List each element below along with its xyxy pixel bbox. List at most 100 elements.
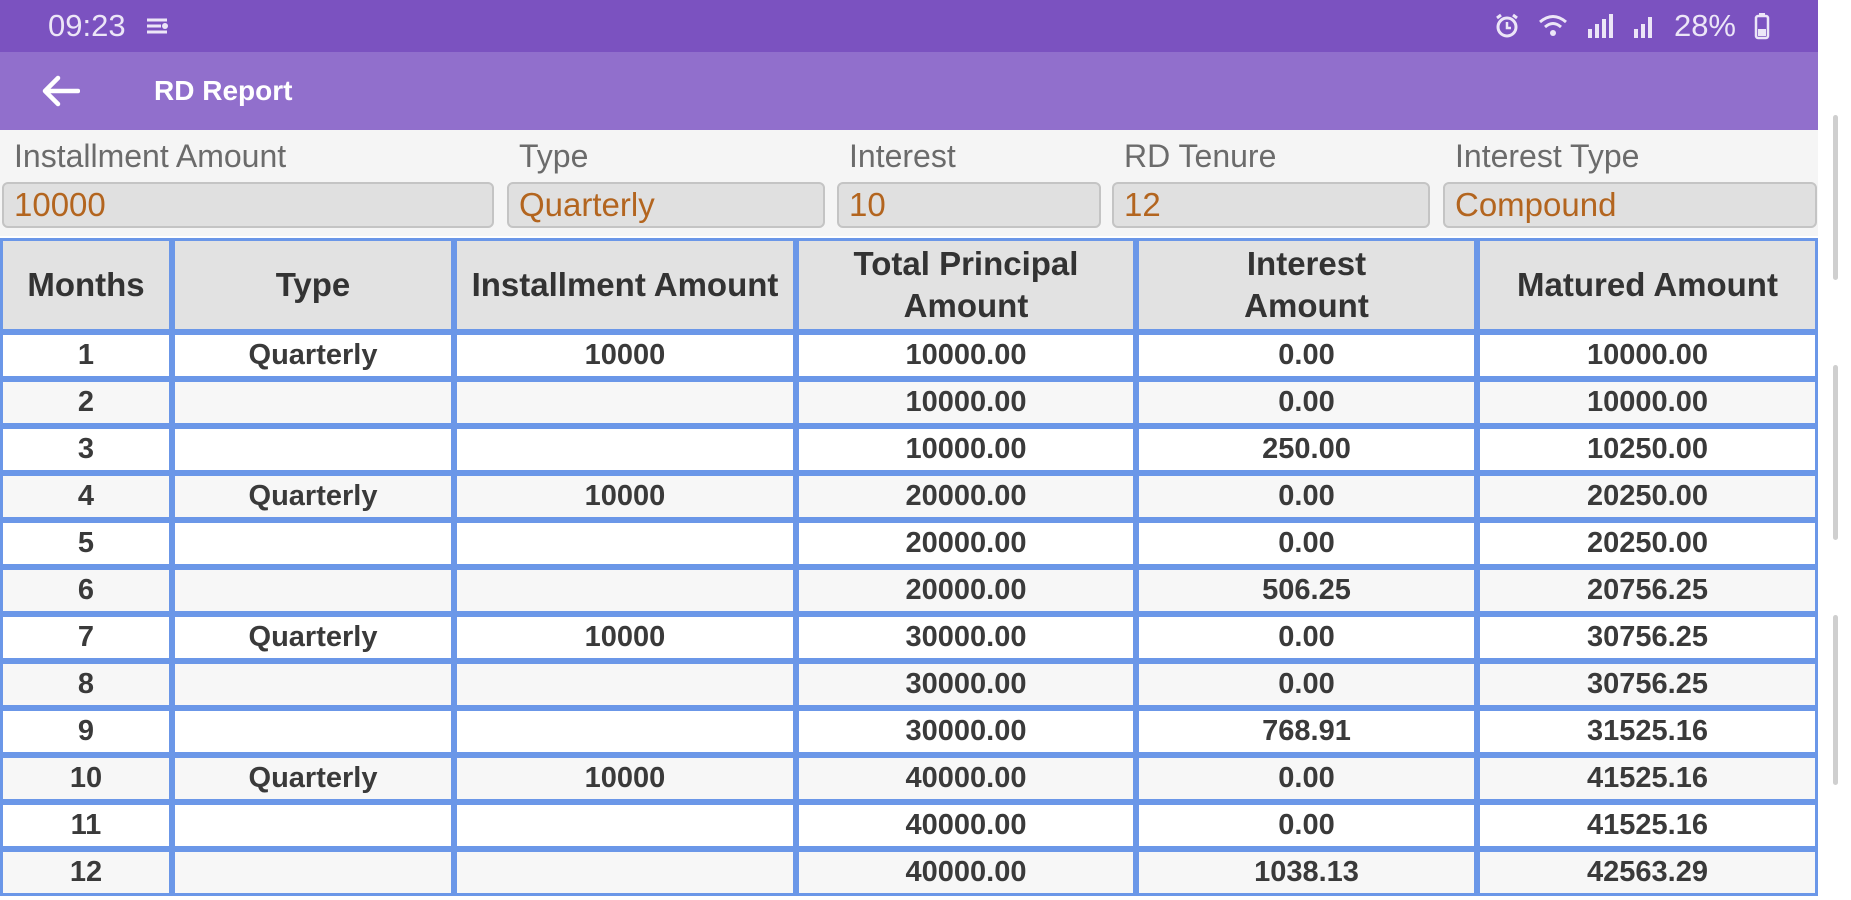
cell-total-principal: 40000.00 bbox=[796, 802, 1136, 849]
cell-total-principal: 30000.00 bbox=[796, 708, 1136, 755]
table-row: 12 40000.00 1038.13 42563.29 bbox=[0, 849, 1818, 896]
interest-label: Interest bbox=[849, 138, 956, 174]
type-field[interactable]: Quarterly bbox=[507, 182, 825, 228]
scrollbar-thumb[interactable] bbox=[1833, 615, 1838, 785]
cell-month: 12 bbox=[0, 849, 172, 896]
rd-tenure-label: RD Tenure bbox=[1124, 138, 1277, 174]
alarm-icon bbox=[1494, 13, 1520, 39]
cell-type bbox=[172, 849, 454, 896]
table-row: 7 Quarterly 10000 30000.00 0.00 30756.25 bbox=[0, 614, 1818, 661]
battery-icon bbox=[1754, 12, 1770, 40]
header-interest-amount: Interest Amount bbox=[1136, 238, 1477, 332]
cell-interest-amount: 0.00 bbox=[1136, 802, 1477, 849]
cell-matured-amount: 31525.16 bbox=[1477, 708, 1818, 755]
scrollbar-thumb[interactable] bbox=[1833, 365, 1838, 540]
header-matured-amount: Matured Amount bbox=[1477, 238, 1818, 332]
cell-total-principal: 20000.00 bbox=[796, 520, 1136, 567]
cell-matured-amount: 20756.25 bbox=[1477, 567, 1818, 614]
cell-month: 1 bbox=[0, 332, 172, 379]
cell-month: 7 bbox=[0, 614, 172, 661]
cell-interest-amount: 768.91 bbox=[1136, 708, 1477, 755]
cell-matured-amount: 20250.00 bbox=[1477, 473, 1818, 520]
back-button[interactable] bbox=[28, 59, 92, 123]
installment-amount-field[interactable]: 10000 bbox=[2, 182, 494, 228]
cell-interest-amount: 1038.13 bbox=[1136, 849, 1477, 896]
cell-installment-amount bbox=[454, 520, 796, 567]
cell-type: Quarterly bbox=[172, 332, 454, 379]
status-bar-right: 28% bbox=[1494, 8, 1770, 44]
cell-type bbox=[172, 520, 454, 567]
cell-installment-amount: 10000 bbox=[454, 755, 796, 802]
installment-amount-label: Installment Amount bbox=[14, 138, 287, 174]
battery-percentage: 28% bbox=[1673, 8, 1736, 43]
cell-type bbox=[172, 661, 454, 708]
cell-interest-amount: 0.00 bbox=[1136, 755, 1477, 802]
cell-type bbox=[172, 708, 454, 755]
cell-type bbox=[172, 426, 454, 473]
cell-interest-amount: 0.00 bbox=[1136, 332, 1477, 379]
header-total-principal-amount: Total Principal Amount bbox=[796, 238, 1136, 332]
table-row: 1 Quarterly 10000 10000.00 0.00 10000.00 bbox=[0, 332, 1818, 379]
table-row: 6 20000.00 506.25 20756.25 bbox=[0, 567, 1818, 614]
signal-icon bbox=[1586, 13, 1614, 39]
type-label: Type bbox=[519, 138, 589, 174]
header-months: Months bbox=[0, 238, 172, 332]
cell-month: 6 bbox=[0, 567, 172, 614]
cell-total-principal: 30000.00 bbox=[796, 661, 1136, 708]
cell-interest-amount: 0.00 bbox=[1136, 520, 1477, 567]
cell-type: Quarterly bbox=[172, 614, 454, 661]
cell-interest-amount: 0.00 bbox=[1136, 379, 1477, 426]
cell-month: 11 bbox=[0, 802, 172, 849]
cell-matured-amount: 30756.25 bbox=[1477, 661, 1818, 708]
rd-tenure-field[interactable]: 12 bbox=[1112, 182, 1430, 228]
table-row: 3 10000.00 250.00 10250.00 bbox=[0, 426, 1818, 473]
interest-field[interactable]: 10 bbox=[837, 182, 1101, 228]
cell-total-principal: 10000.00 bbox=[796, 426, 1136, 473]
cell-installment-amount bbox=[454, 567, 796, 614]
cell-installment-amount: 10000 bbox=[454, 473, 796, 520]
cell-interest-amount: 0.00 bbox=[1136, 661, 1477, 708]
wifi-icon bbox=[1538, 14, 1568, 38]
cell-total-principal: 20000.00 bbox=[796, 473, 1136, 520]
header-installment-amount: Installment Amount bbox=[454, 238, 796, 332]
cell-matured-amount: 30756.25 bbox=[1477, 614, 1818, 661]
table-row: 10 Quarterly 10000 40000.00 0.00 41525.16 bbox=[0, 755, 1818, 802]
interest-type-label: Interest Type bbox=[1455, 138, 1640, 174]
signal-icon bbox=[1632, 13, 1656, 39]
page-title: RD Report bbox=[154, 75, 293, 106]
cell-installment-amount bbox=[454, 426, 796, 473]
cell-matured-amount: 10250.00 bbox=[1477, 426, 1818, 473]
table-row: 5 20000.00 0.00 20250.00 bbox=[0, 520, 1818, 567]
cell-matured-amount: 20250.00 bbox=[1477, 520, 1818, 567]
cell-total-principal: 20000.00 bbox=[796, 567, 1136, 614]
app-bar: RD Report bbox=[0, 52, 1818, 130]
table-header-row: Months Type Installment Amount Total Pri… bbox=[0, 238, 1818, 332]
notification-icon bbox=[144, 15, 170, 37]
cell-month: 3 bbox=[0, 426, 172, 473]
cell-matured-amount: 10000.00 bbox=[1477, 332, 1818, 379]
cell-interest-amount: 506.25 bbox=[1136, 567, 1477, 614]
cell-installment-amount: 10000 bbox=[454, 332, 796, 379]
cell-type bbox=[172, 379, 454, 426]
cell-month: 8 bbox=[0, 661, 172, 708]
cell-month: 4 bbox=[0, 473, 172, 520]
scrollbar-thumb[interactable] bbox=[1833, 115, 1838, 280]
rd-report-table: Months Type Installment Amount Total Pri… bbox=[0, 238, 1818, 896]
status-bar-left: 09:23 bbox=[48, 8, 170, 44]
cell-type: Quarterly bbox=[172, 473, 454, 520]
cell-interest-amount: 250.00 bbox=[1136, 426, 1477, 473]
rd-form: Installment Amount 10000 Type Quarterly … bbox=[0, 130, 1818, 236]
back-arrow-icon bbox=[42, 75, 80, 107]
cell-total-principal: 30000.00 bbox=[796, 614, 1136, 661]
table-row: 9 30000.00 768.91 31525.16 bbox=[0, 708, 1818, 755]
table-row: 11 40000.00 0.00 41525.16 bbox=[0, 802, 1818, 849]
cell-total-principal: 40000.00 bbox=[796, 755, 1136, 802]
cell-matured-amount: 42563.29 bbox=[1477, 849, 1818, 896]
cell-installment-amount bbox=[454, 802, 796, 849]
cell-month: 10 bbox=[0, 755, 172, 802]
status-time: 09:23 bbox=[48, 8, 126, 43]
rd-report-table-wrapper: Months Type Installment Amount Total Pri… bbox=[0, 238, 1818, 896]
cell-month: 9 bbox=[0, 708, 172, 755]
cell-type bbox=[172, 802, 454, 849]
interest-type-field[interactable]: Compound bbox=[1443, 182, 1817, 228]
